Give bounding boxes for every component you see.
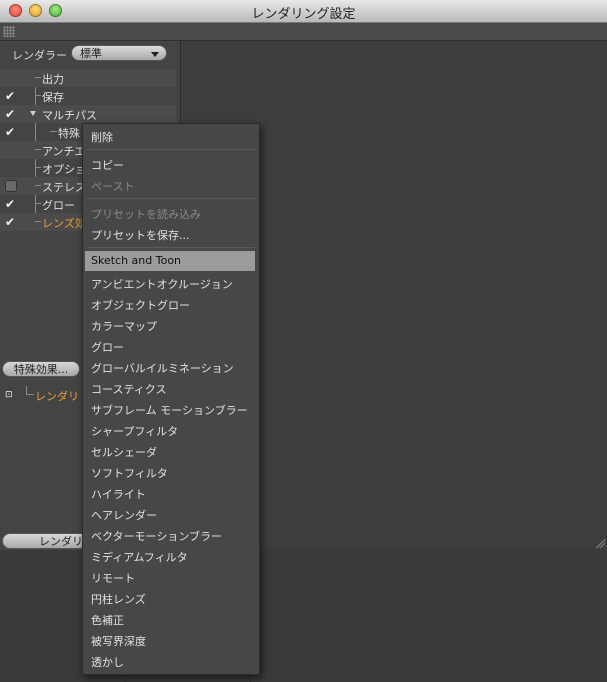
tree-item-multipass[interactable]: ✔ マルチパス <box>0 105 176 123</box>
tree-item-label: 特殊 <box>58 127 80 140</box>
resize-grip-icon[interactable] <box>595 538 605 548</box>
special-effects-button[interactable]: 特殊効果... <box>2 361 80 377</box>
window-title: レンダリング設定 <box>251 7 356 22</box>
checkbox-checked[interactable]: ✔ <box>5 108 17 120</box>
menu-item-effect[interactable]: グローバルイルミネーション <box>91 360 234 376</box>
checkbox-checked[interactable]: ✔ <box>5 216 17 228</box>
grip-icon[interactable] <box>3 26 15 37</box>
menu-item-effect[interactable]: ベクターモーションブラー <box>91 528 222 544</box>
menu-item-effect[interactable]: サブフレーム モーションブラー <box>91 402 248 418</box>
menu-item-effect[interactable]: セルシェーダ <box>91 444 157 460</box>
renderer-label: レンダラー <box>12 49 67 62</box>
tree-item-label: マルチパス <box>42 109 97 122</box>
toolbar <box>0 23 607 41</box>
menu-item-load-preset[interactable]: プリセットを読み込み <box>91 206 201 222</box>
menu-item-effect[interactable]: 被写界深度 <box>91 633 146 649</box>
menu-item-effect[interactable]: 色補正 <box>91 612 124 628</box>
tree-item-label: ステレス <box>42 181 86 194</box>
render-button[interactable]: レンダリ <box>2 533 88 549</box>
menu-item-effect[interactable]: リモート <box>91 570 135 586</box>
menu-item-effect[interactable]: ハイライト <box>91 486 146 502</box>
renderer-dropdown-value: 標準 <box>80 47 102 60</box>
checkbox-checked[interactable]: ✔ <box>5 198 17 210</box>
menu-item-effect[interactable]: シャープフィルタ <box>91 423 178 439</box>
menu-item-effect[interactable]: ヘアレンダー <box>91 507 157 523</box>
checkbox-checked[interactable]: ✔ <box>5 90 17 102</box>
menu-item-effect[interactable]: 透かし <box>91 654 124 670</box>
menu-item-effect[interactable]: グロー <box>91 339 124 355</box>
tree-item-label: グロー <box>42 199 75 212</box>
checkbox-unchecked[interactable] <box>5 180 17 192</box>
menu-item-effect[interactable]: ソフトフィルタ <box>91 465 168 481</box>
menu-item-effect[interactable]: コースティクス <box>91 381 166 397</box>
menu-item-save-preset[interactable]: プリセットを保存... <box>91 227 190 243</box>
menu-item-effect[interactable]: オブジェクトグロー <box>91 297 190 313</box>
title-bar[interactable]: レンダリング設定 <box>0 0 607 23</box>
menu-item-sketch-and-toon[interactable]: Sketch and Toon <box>85 251 255 271</box>
menu-item-effect[interactable]: アンビエントオクルージョン <box>91 276 233 292</box>
expand-triangle-icon[interactable] <box>30 111 36 116</box>
menu-item-effect[interactable]: 円柱レンズ <box>91 591 146 607</box>
checkbox-checked[interactable]: ✔ <box>5 126 17 138</box>
menu-item-effect[interactable]: ミディアムフィルタ <box>91 549 188 565</box>
tree-item-label: アンチエ <box>42 145 86 158</box>
tree-item-label: レンズ効 <box>42 217 86 230</box>
renderer-dropdown[interactable]: 標準 <box>71 45 167 61</box>
tree-item-output[interactable]: 出力 <box>0 69 176 87</box>
menu-item-paste[interactable]: ペースト <box>91 178 134 194</box>
menu-item-copy[interactable]: コピー <box>91 157 124 173</box>
menu-item-delete[interactable]: 削除 <box>91 129 113 145</box>
tree-item-label: 出力 <box>42 73 64 86</box>
tree-item-label: オプショ <box>42 163 86 176</box>
tree-item-label: 保存 <box>42 91 64 104</box>
radio-icon[interactable]: ⊡ <box>5 389 17 401</box>
menu-item-effect[interactable]: カラーマップ <box>91 318 157 334</box>
tree-item-save[interactable]: ✔ 保存 <box>0 87 176 105</box>
context-menu: 削除 コピー ペースト プリセットを読み込み プリセットを保存... Sketc… <box>82 123 260 675</box>
render-setting-label: レンダリ <box>35 390 79 403</box>
chevron-down-icon <box>151 52 159 57</box>
